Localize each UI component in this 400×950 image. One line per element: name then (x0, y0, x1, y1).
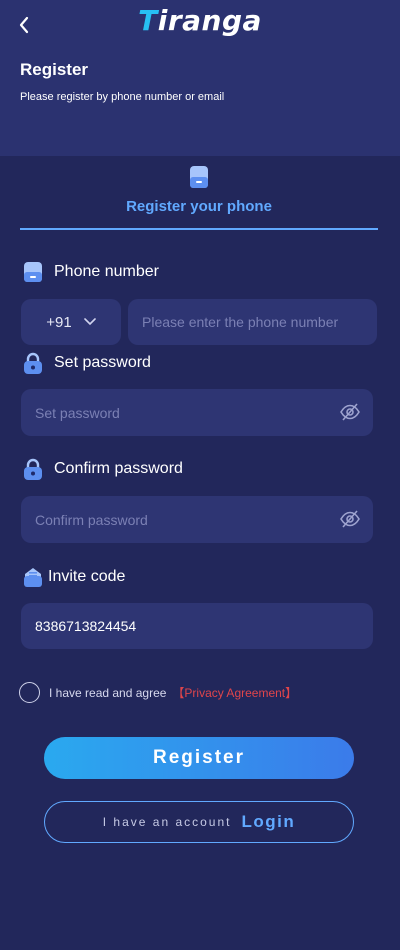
invite-code-label: Invite code (22, 566, 125, 588)
agree-radio[interactable] (19, 682, 40, 703)
login-button[interactable]: I have an account Login (44, 801, 354, 843)
set-password-label: Set password (22, 352, 151, 374)
tab-register-phone[interactable]: Register your phone (20, 160, 378, 230)
phone-icon (190, 166, 208, 188)
confirm-password-label: Confirm password (22, 458, 183, 480)
country-code-value: +91 (46, 313, 72, 331)
invite-code-input[interactable] (35, 603, 355, 649)
eye-off-icon[interactable] (339, 509, 361, 529)
agreement-text: I have read and agree (49, 685, 167, 700)
tab-label: Register your phone (126, 198, 272, 215)
lock-icon (24, 458, 42, 480)
phone-number-label: Phone number (22, 261, 159, 283)
phone-icon (24, 262, 42, 282)
phone-input[interactable] (142, 299, 372, 345)
privacy-agreement-link[interactable]: 【Privacy Agreement】 (172, 684, 297, 701)
page-subtitle: Please register by phone number or email (20, 91, 225, 103)
set-password-input[interactable] (35, 389, 335, 436)
phone-input-container (128, 299, 377, 345)
eye-off-icon[interactable] (339, 402, 361, 422)
country-code-select[interactable]: +91 (21, 299, 121, 345)
lock-icon (24, 352, 42, 374)
confirm-password-input[interactable] (35, 496, 335, 543)
set-password-container (21, 389, 373, 436)
agreement-row: I have read and agree 【Privacy Agreement… (19, 682, 297, 703)
invite-code-container (21, 603, 373, 649)
have-account-text: I have an account (102, 815, 232, 829)
register-button[interactable]: Register (44, 737, 354, 779)
invite-icon (24, 568, 42, 587)
login-link-text: Login (241, 812, 296, 831)
chevron-down-icon (83, 318, 96, 326)
confirm-password-container (21, 496, 373, 543)
header: Tiranga Register Please register by phon… (0, 0, 400, 156)
page-title: Register (20, 60, 89, 79)
app-logo: Tiranga (138, 4, 262, 37)
